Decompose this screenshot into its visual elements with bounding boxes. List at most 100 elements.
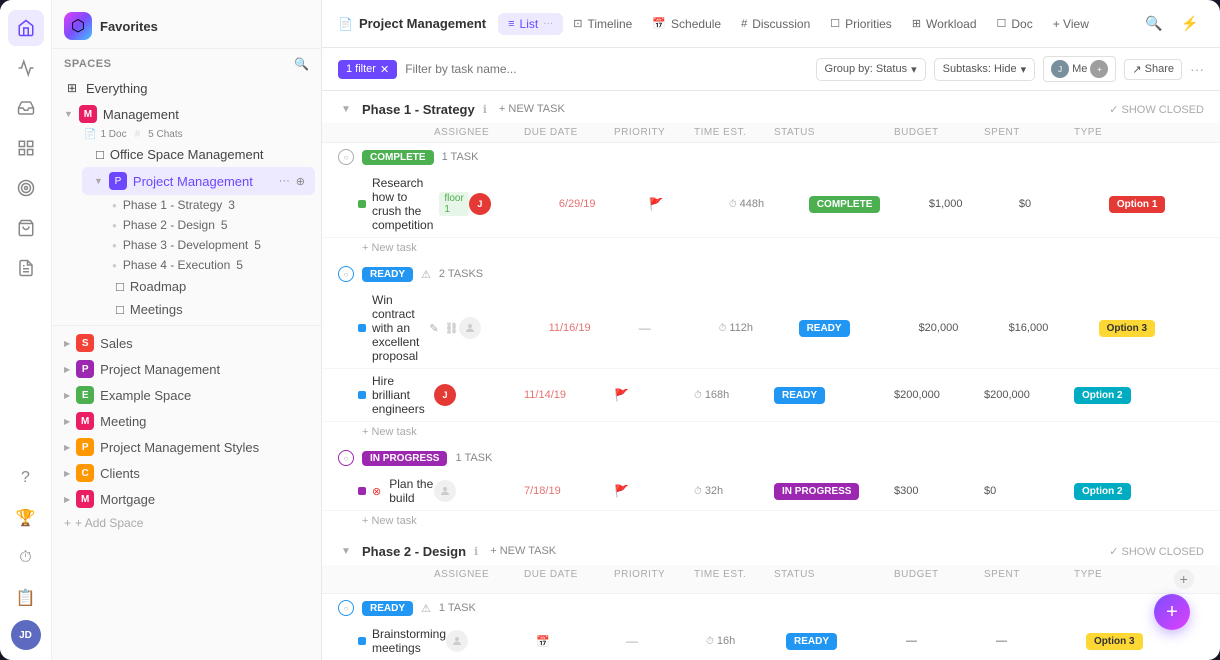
inprogress-new-task[interactable]: + New task (322, 511, 1220, 531)
pm-styles-space[interactable]: ▶ P Project Management Styles (52, 434, 321, 460)
add-col-btn[interactable]: + (1174, 569, 1194, 589)
priority-cell: 🚩 (614, 388, 694, 402)
cal-icon: 📅 (536, 635, 550, 648)
project-management-row[interactable]: ▼ P Project Management ··· ⊕ (82, 167, 315, 195)
inprogress-collapse[interactable]: ○ (338, 450, 354, 466)
example-triangle: ▶ (64, 391, 70, 400)
phase3-item[interactable]: ● Phase 3 - Development 5 (76, 235, 321, 255)
inprogress-group-header[interactable]: ○ IN PROGRESS 1 TASK (322, 444, 1220, 472)
lightning-icon[interactable]: ⚡ (1176, 10, 1204, 38)
meeting-badge: M (76, 412, 94, 430)
favorites-label: Favorites (100, 19, 309, 34)
roadmap-item[interactable]: □ Roadmap (76, 275, 321, 298)
proj-mgmt-space[interactable]: ▶ P Project Management (52, 356, 321, 382)
task-dot (358, 487, 366, 495)
phase2-show-closed[interactable]: ✓ SHOW CLOSED (1109, 545, 1204, 558)
table-row[interactable]: Research how to crush the competition fl… (322, 171, 1220, 238)
phase1-item[interactable]: ● Phase 1 - Strategy 3 (76, 195, 321, 215)
sidebar-item-office[interactable]: □ Office Space Management (76, 142, 321, 167)
management-header[interactable]: ▼ M Management (52, 101, 321, 127)
tab-priorities[interactable]: ☐ Priorities (820, 13, 902, 35)
time-value: 32h (705, 485, 723, 497)
phase2-item[interactable]: ● Phase 2 - Design 5 (76, 215, 321, 235)
mortgage-space[interactable]: ▶ M Mortgage (52, 486, 321, 512)
filter-close-icon[interactable]: ✕ (380, 63, 389, 76)
phase1-dot: ● (112, 201, 117, 210)
table-row[interactable]: Hire brilliant engineers J 11/14/19 🚩 ⏱ … (322, 369, 1220, 422)
pm-add-btn[interactable]: ⊕ (294, 173, 307, 190)
goals-icon[interactable] (8, 170, 44, 206)
dashboard-icon[interactable] (8, 130, 44, 166)
subtasks-btn[interactable]: Subtasks: Hide ▾ (934, 58, 1036, 81)
table-row[interactable]: Win contract with an excellent proposal … (322, 288, 1220, 369)
sales-space[interactable]: ▶ S Sales (52, 330, 321, 356)
clients-triangle: ▶ (64, 469, 70, 478)
inbox-icon[interactable] (8, 90, 44, 126)
docs-icon[interactable] (8, 250, 44, 286)
grid-icon: ⊞ (64, 80, 80, 96)
tab-list[interactable]: ≡ List ··· (498, 13, 563, 35)
col-assignee: ASSIGNEE (434, 127, 524, 138)
app-logo[interactable]: ⬡ (64, 12, 92, 40)
ready-group-header-p2[interactable]: ○ READY ⚠ 1 TASK (322, 594, 1220, 622)
home-icon[interactable] (8, 10, 44, 46)
filter-badge[interactable]: 1 filter ✕ (338, 60, 397, 79)
me-btn[interactable]: J Me + (1043, 56, 1116, 82)
complete-new-task[interactable]: + New task (322, 238, 1220, 258)
time-icon[interactable]: ⏱ (8, 540, 44, 576)
phase2-count: 5 (221, 218, 228, 232)
spaces-search-icon[interactable]: 🔍 (294, 57, 309, 71)
status-cell: READY (774, 387, 894, 404)
user-avatar-left[interactable]: JD (11, 620, 41, 650)
complete-badge: COMPLETE (362, 150, 434, 165)
filter-input[interactable] (405, 62, 807, 76)
pm-more-btn[interactable]: ··· (277, 173, 292, 189)
tab-timeline[interactable]: ⊡ Timeline (563, 13, 642, 35)
phase4-item[interactable]: ● Phase 4 - Execution 5 (76, 255, 321, 275)
meeting-space[interactable]: ▶ M Meeting (52, 408, 321, 434)
notepad-icon[interactable]: 📋 (8, 580, 44, 616)
ready-group-header[interactable]: ○ READY ⚠ 2 TASKS (322, 260, 1220, 288)
col-due: DUE DATE (524, 127, 614, 138)
bag-icon[interactable] (8, 210, 44, 246)
tab-workload[interactable]: ⊞ Workload (902, 13, 987, 35)
empty-assignee (446, 630, 468, 652)
complete-task-count: 1 TASK (442, 151, 479, 163)
page-icon: 📄 (338, 17, 353, 31)
complete-group-header[interactable]: ○ COMPLETE 1 TASK (322, 143, 1220, 171)
clients-space[interactable]: ▶ C Clients (52, 460, 321, 486)
complete-collapse[interactable]: ○ (338, 149, 354, 165)
add-space-btn[interactable]: + + Add Space (52, 512, 321, 534)
phase1-show-closed[interactable]: ✓ SHOW CLOSED (1109, 103, 1204, 116)
ready-collapse-p2[interactable]: ○ (338, 600, 354, 616)
share-btn[interactable]: ↗ Share (1124, 59, 1182, 80)
ready-new-task[interactable]: + New task (322, 422, 1220, 442)
tab-doc[interactable]: ☐ Doc (987, 13, 1043, 35)
phase2-collapse[interactable]: ▼ (338, 543, 354, 559)
group-by-btn[interactable]: Group by: Status ▾ (816, 58, 926, 81)
trophy-icon[interactable]: 🏆 (8, 500, 44, 536)
ready-collapse[interactable]: ○ (338, 266, 354, 282)
pulse-icon[interactable] (8, 50, 44, 86)
pm-actions: ··· ⊕ (277, 173, 307, 190)
phase1-new-task[interactable]: + NEW TASK (499, 103, 565, 115)
phase1-collapse[interactable]: ▼ (338, 101, 354, 117)
tab-schedule[interactable]: 📅 Schedule (642, 13, 731, 35)
fab-button[interactable]: + (1154, 594, 1190, 630)
tab-discussion[interactable]: # Discussion (731, 13, 820, 35)
meetings-item[interactable]: □ Meetings (76, 298, 321, 321)
sidebar-item-everything[interactable]: ⊞ Everything (52, 75, 321, 101)
more-btn[interactable]: ··· (1190, 61, 1204, 77)
phase2-new-task[interactable]: + NEW TASK (490, 545, 556, 557)
tab-add-view[interactable]: + View (1043, 13, 1099, 35)
example-space[interactable]: ▶ E Example Space (52, 382, 321, 408)
type-chip: Option 3 (1099, 320, 1156, 337)
subtasks-chevron: ▾ (1021, 63, 1027, 76)
workload-icon: ⊞ (912, 17, 921, 30)
help-icon[interactable]: ? (8, 460, 44, 496)
table-row[interactable]: ⊗ Plan the build 7/18/19 🚩 ⏱ 32h (322, 472, 1220, 511)
search-icon[interactable]: 🔍 (1140, 10, 1168, 38)
list-more[interactable]: ··· (543, 18, 553, 29)
ready-task-count: 2 TASKS (439, 268, 483, 280)
table-row[interactable]: Brainstorming meetings 📅 — ⏱ (322, 622, 1220, 660)
